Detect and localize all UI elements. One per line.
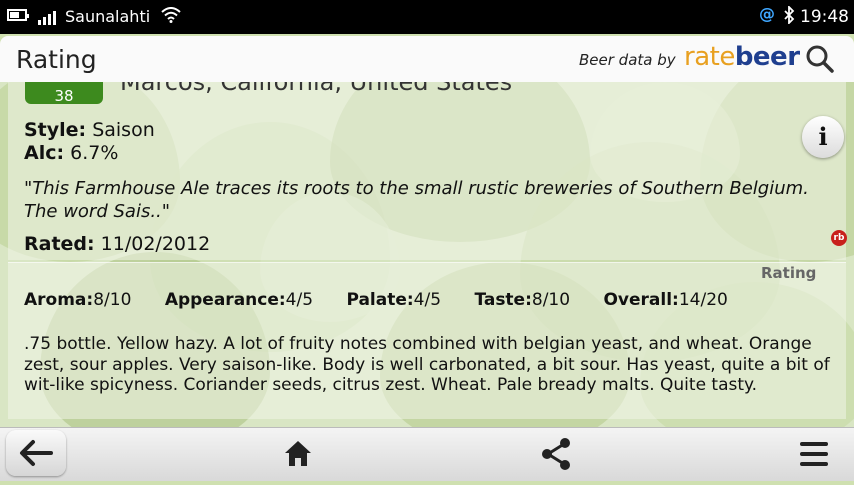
- page-title: Rating: [16, 45, 97, 74]
- rated-value: 11/02/2012: [100, 233, 211, 255]
- score-badge: 38: [25, 82, 103, 105]
- alc-value: 6.7%: [70, 142, 119, 164]
- home-button[interactable]: [283, 428, 313, 481]
- data-credit: Beer data by: [579, 51, 676, 69]
- menu-icon: [800, 442, 828, 466]
- back-arrow-icon: [20, 440, 53, 466]
- review-text: .75 bottle. Yellow hazy. A lot of fruity…: [24, 334, 830, 395]
- score-appearance: Appearance:4/5: [164, 290, 314, 310]
- style-field: Style: Saison: [24, 119, 155, 141]
- status-bar: Saunalahti @ 19:48: [0, 0, 854, 34]
- title-bar: Rating Beer data by ratebeer: [0, 36, 854, 83]
- alc-label: Alc:: [24, 142, 65, 164]
- back-button[interactable]: [6, 430, 66, 476]
- share-icon: [542, 438, 570, 470]
- battery-icon: [7, 9, 29, 21]
- ratebeer-logo: ratebeer: [684, 42, 800, 72]
- beer-description: "This Farmhouse Ale traces its roots to …: [24, 178, 809, 222]
- clock: 19:48: [800, 7, 849, 27]
- score-taste: Taste:8/10: [474, 290, 571, 310]
- search-icon[interactable]: [805, 44, 835, 74]
- bottom-toolbar: [0, 427, 854, 481]
- score-breakdown: Aroma:8/10 Appearance:4/5 Palate:4/5 Tas…: [24, 290, 756, 310]
- home-icon: [285, 441, 311, 466]
- share-button[interactable]: [540, 428, 572, 481]
- carrier-name: Saunalahti: [65, 7, 151, 26]
- wifi-icon: [161, 7, 181, 23]
- rated-field: Rated: 11/02/2012: [24, 233, 210, 255]
- score-overall: Overall:14/20: [603, 290, 728, 310]
- info-button[interactable]: i: [802, 116, 844, 158]
- info-icon: i: [818, 122, 828, 151]
- rated-label: Rated:: [24, 233, 95, 255]
- ratebeer-badge-icon: rb: [831, 230, 847, 246]
- score-palate: Palate:4/5: [346, 290, 442, 310]
- style-label: Style:: [24, 119, 87, 141]
- menu-button[interactable]: [798, 428, 830, 481]
- score-aroma: Aroma:8/10: [24, 290, 132, 310]
- rating-section-label: Rating: [761, 264, 817, 282]
- alc-field: Alc: 6.7%: [24, 142, 118, 164]
- signal-strength-icon: [38, 9, 60, 25]
- style-value: Saison: [92, 119, 155, 141]
- bluetooth-icon: [784, 6, 795, 24]
- email-notification-icon: @: [759, 4, 775, 23]
